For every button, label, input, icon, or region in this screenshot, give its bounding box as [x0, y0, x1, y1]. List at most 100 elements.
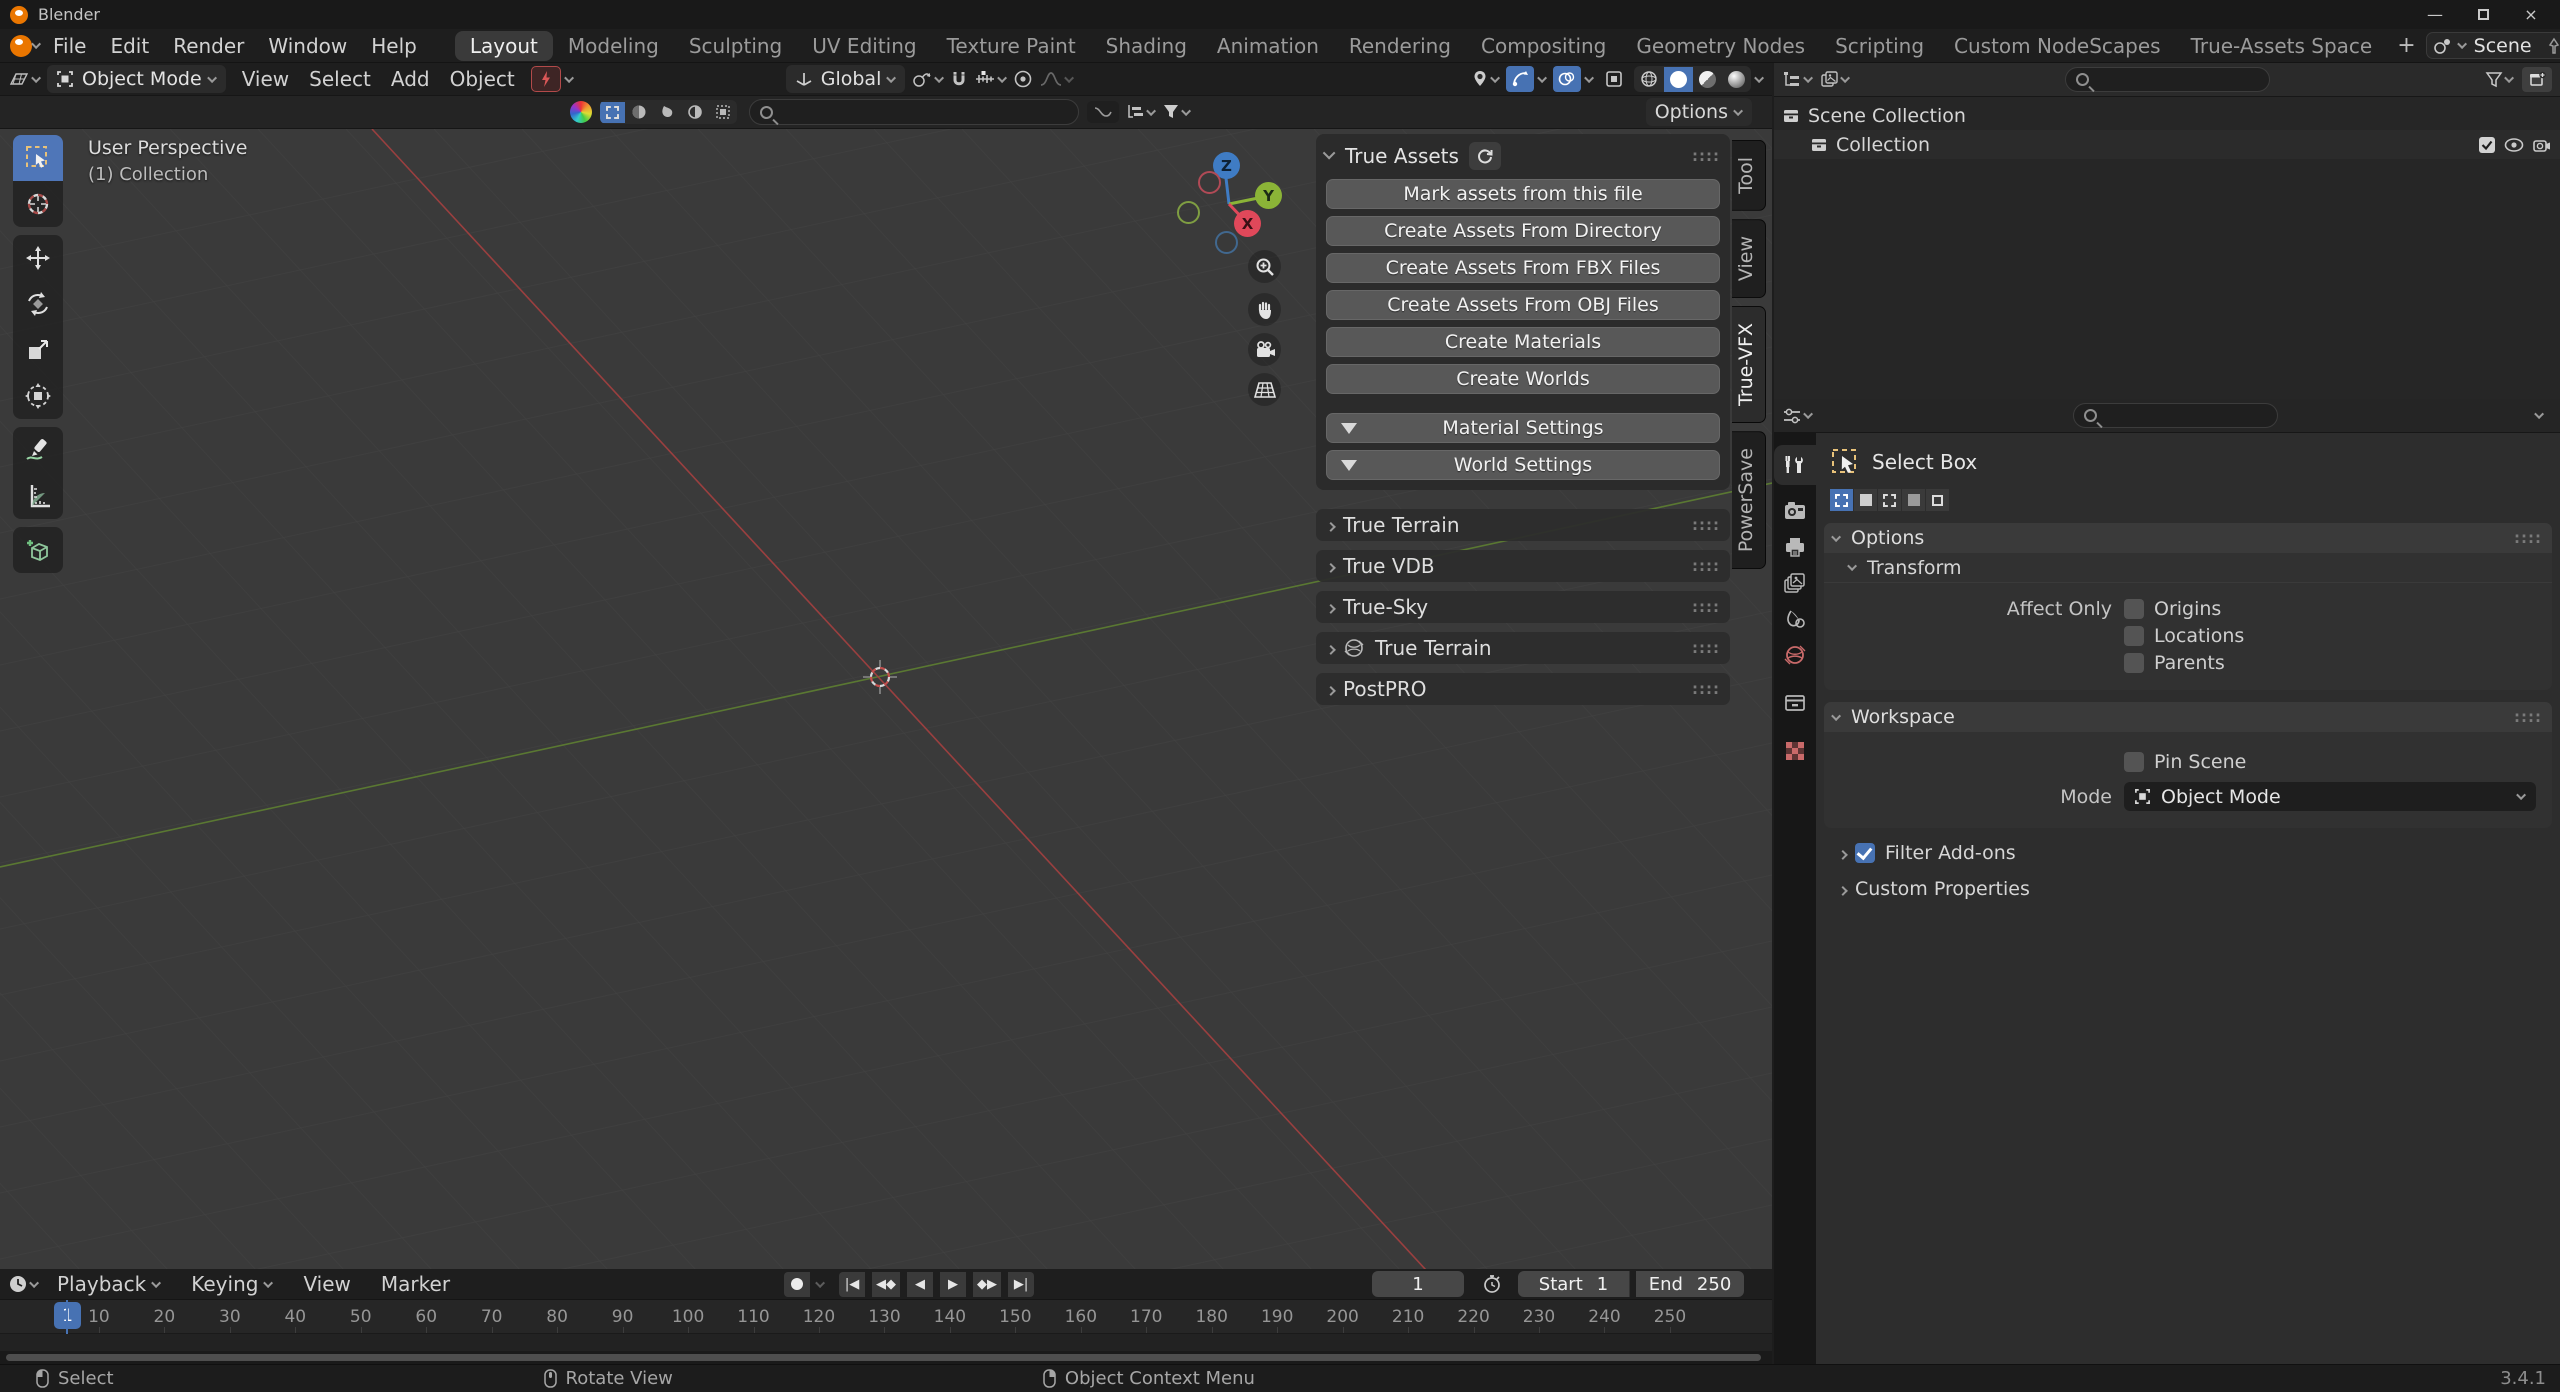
select-subtract-button[interactable] [653, 100, 681, 124]
sidebar-tab[interactable]: Tool [1732, 140, 1766, 211]
xray-toggle[interactable] [1600, 66, 1628, 92]
show-overlays-toggle[interactable] [1553, 66, 1581, 92]
marker-menu[interactable]: Marker [369, 1272, 462, 1296]
addon-panel-header[interactable]: True Terrain :::: [1316, 509, 1730, 541]
outliner-search-field[interactable] [2065, 67, 2270, 92]
filter-addons-row[interactable]: Filter Add-ons [1838, 842, 2552, 864]
topbar-menu-item[interactable]: Help [359, 34, 429, 58]
mode-selector[interactable]: Object Mode [47, 65, 226, 93]
asset-action-button[interactable]: Create Materials [1326, 327, 1720, 357]
select-subtract-button[interactable] [1878, 489, 1901, 511]
tool-move[interactable] [13, 235, 63, 281]
gizmo-axis-y[interactable]: Y [1255, 182, 1282, 209]
asset-action-button[interactable]: Create Assets From OBJ Files [1326, 290, 1720, 320]
workspace-tab[interactable]: Custom NodeScapes [1939, 31, 2176, 61]
select-set-button[interactable] [1830, 489, 1853, 511]
next-keyframe-button[interactable]: ◆▶ [973, 1272, 1001, 1297]
frame-end-field[interactable]: End 250 [1636, 1271, 1744, 1297]
asset-action-button[interactable]: Create Worlds [1326, 364, 1720, 394]
sidebar-tab[interactable]: PowerSave [1732, 431, 1766, 569]
pin-icon[interactable] [2546, 37, 2560, 55]
options-button[interactable]: Options [1646, 98, 1752, 126]
topbar-menu-item[interactable]: Window [256, 34, 359, 58]
jump-to-end-button[interactable]: ▶| [1008, 1272, 1034, 1297]
pan-view-button[interactable] [1248, 293, 1281, 326]
topbar-menu-item[interactable]: Edit [98, 34, 161, 58]
filter-addons-checkbox[interactable] [1855, 843, 1875, 863]
matcap-sphere-icon[interactable] [570, 101, 592, 123]
play-reverse-button[interactable]: ◀ [907, 1272, 933, 1297]
import-method-button[interactable] [1087, 101, 1119, 123]
panel-grip-icon[interactable]: :::: [1692, 147, 1720, 165]
exclude-checkbox-icon[interactable] [2478, 136, 2496, 154]
tool-annotate[interactable] [13, 427, 63, 473]
gizmo-axis-z-neg[interactable] [1215, 231, 1238, 254]
topbar-menu-item[interactable]: Render [161, 34, 256, 58]
panel-grip-icon[interactable]: :::: [1692, 557, 1720, 575]
navigation-gizmo[interactable]: Z Y X [1160, 139, 1300, 269]
workspace-tab[interactable]: Sculpting [674, 31, 797, 61]
asset-action-button[interactable]: Mark assets from this file [1326, 179, 1720, 209]
tab-texture[interactable] [1774, 731, 1816, 771]
outliner-filter-button[interactable] [2485, 71, 2514, 89]
current-frame-field[interactable]: 1 [1372, 1271, 1464, 1297]
workspace-tab[interactable]: True-Assets Space [2176, 31, 2388, 61]
tool-scale[interactable] [13, 327, 63, 373]
sidebar-tab[interactable]: True-VFX [1732, 306, 1766, 423]
settings-toggle-button[interactable]: World Settings [1326, 450, 1720, 480]
filter-button[interactable] [1162, 103, 1191, 121]
addon-chevron-icon[interactable] [564, 73, 574, 83]
tab-world[interactable] [1774, 635, 1816, 675]
origins-checkbox[interactable] [2124, 599, 2144, 619]
shading-chevron-icon[interactable] [1754, 73, 1764, 83]
topbar-menu-item[interactable]: File [41, 34, 98, 58]
tab-scene[interactable] [1774, 599, 1816, 639]
workspace-panel-header[interactable]: Workspace :::: [1824, 702, 2552, 732]
minimize-button[interactable]: — [2416, 2, 2454, 27]
addon-panel-header[interactable]: PostPRO :::: [1316, 673, 1730, 705]
panel-grip-icon[interactable]: :::: [1692, 680, 1720, 698]
object-visibility-button[interactable] [1471, 69, 1500, 89]
disable-render-camera-icon[interactable] [2532, 137, 2552, 153]
scene-browse-chevron-icon[interactable] [2457, 39, 2467, 49]
outliner-row-scene-collection[interactable]: Scene Collection [1774, 101, 2560, 130]
scene-name[interactable]: Scene [2474, 35, 2532, 57]
properties-editor-type-button[interactable] [1782, 407, 1813, 425]
snap-toggle[interactable] [950, 69, 968, 89]
proportional-falloff-button[interactable] [1039, 69, 1074, 89]
tab-tool[interactable] [1774, 445, 1816, 485]
workspace-tab[interactable]: Geometry Nodes [1621, 31, 1820, 61]
timeline-editor-type-button[interactable] [8, 1274, 39, 1294]
camera-view-button[interactable] [1248, 333, 1281, 366]
blender-menu-icon[interactable] [10, 35, 32, 57]
timeline-ruler[interactable]: 1020304050607080901001101201301401501601… [0, 1300, 1772, 1334]
addon-panel-header[interactable]: True VDB :::: [1316, 550, 1730, 582]
outliner-editor-type-button[interactable] [1782, 71, 1813, 89]
select-extend-button[interactable] [625, 100, 653, 124]
properties-options-chevron-icon[interactable] [2534, 409, 2544, 419]
workspace-mode-dropdown[interactable]: Object Mode [2124, 782, 2536, 811]
play-button[interactable]: ▶ [940, 1272, 966, 1297]
transform-subpanel-header[interactable]: Transform [1824, 553, 2552, 583]
asset-action-button[interactable]: Create Assets From FBX Files [1326, 253, 1720, 283]
view-menu[interactable]: View [291, 1272, 362, 1296]
select-invert-button[interactable] [1902, 489, 1925, 511]
gizmo-axis-x[interactable]: X [1234, 210, 1261, 237]
viewport-3d[interactable]: User Perspective (1) Collection [0, 129, 1772, 1269]
select-new-button[interactable] [600, 102, 625, 123]
outliner-display-mode-button[interactable] [1821, 71, 1850, 89]
panel-grip-icon[interactable]: :::: [1692, 516, 1720, 534]
select-extend-button[interactable] [1854, 489, 1877, 511]
viewport-menu-item[interactable]: Object [440, 67, 525, 91]
playback-menu[interactable]: Playback [45, 1272, 173, 1296]
timeline-track-area[interactable] [0, 1334, 1772, 1351]
viewport-menu-item[interactable]: Select [299, 67, 381, 91]
select-invert-button[interactable] [681, 100, 709, 124]
tool-measure[interactable] [13, 473, 63, 519]
scrollbar-handle[interactable] [6, 1354, 1761, 1361]
shading-wireframe-button[interactable] [1634, 66, 1664, 92]
addon-panel-header[interactable]: True-Sky :::: [1316, 591, 1730, 623]
sidebar-tab[interactable]: View [1732, 219, 1766, 298]
parents-checkbox[interactable] [2124, 653, 2144, 673]
new-collection-button[interactable] [2522, 67, 2552, 92]
